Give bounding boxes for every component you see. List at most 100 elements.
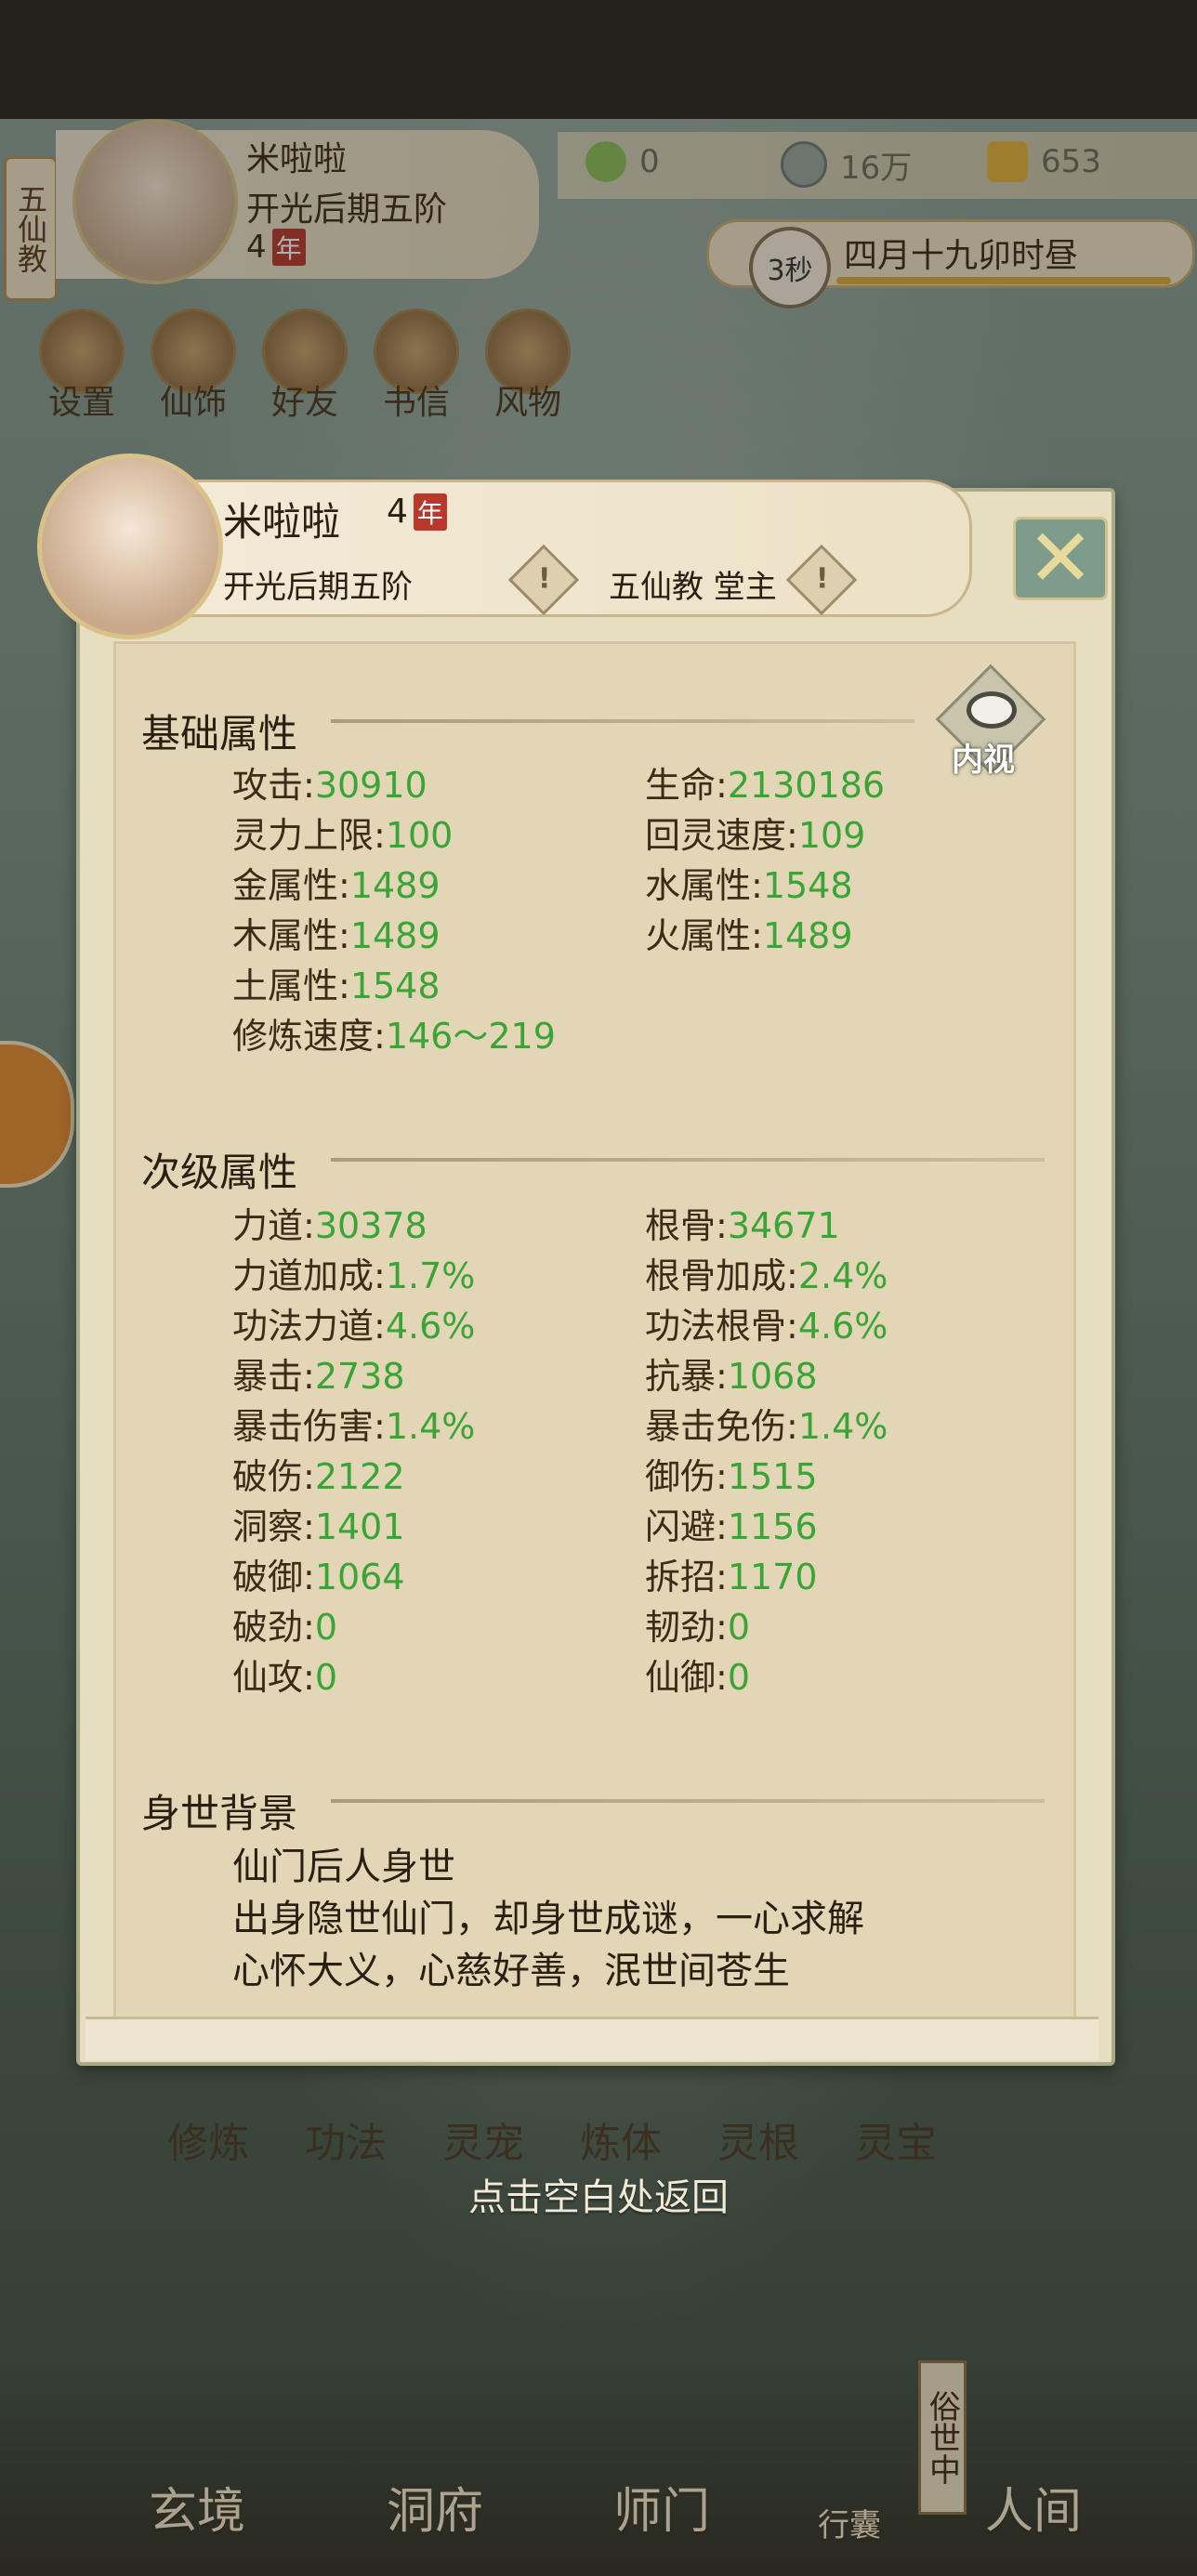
- stat-label: 拆招:: [645, 1557, 728, 1597]
- stat-crit-damage: 暴击伤害:1.4%: [232, 1398, 475, 1449]
- panel-sect: 五仙教 堂主: [609, 569, 777, 606]
- stat-immortal-defense: 仙御:0: [645, 1649, 750, 1700]
- stat-label: 功法根骨:: [645, 1306, 798, 1347]
- dialog-bottom-edge: [86, 2017, 1098, 2060]
- panel-name: 米啦啦: [223, 499, 341, 545]
- panel-realm: 开光后期五阶: [223, 569, 413, 606]
- stat-value: 1489: [349, 865, 441, 906]
- stat-label: 仙御:: [645, 1657, 728, 1698]
- stat-label: 金属性:: [232, 865, 350, 906]
- close-button[interactable]: ✕: [1013, 517, 1108, 600]
- stat-label: 生命:: [645, 765, 728, 806]
- basic-divider: [331, 719, 914, 723]
- stat-value: 1548: [762, 865, 853, 906]
- basic-attributes-title: 基础属性: [141, 711, 298, 756]
- stat-label: 力道加成:: [232, 1255, 386, 1296]
- stat-strength-bonus: 力道加成:1.7%: [232, 1247, 475, 1298]
- stat-label: 根骨加成:: [645, 1255, 798, 1296]
- sect-info-glyph: !: [815, 562, 829, 596]
- stat-label: 破伤:: [232, 1456, 315, 1497]
- stat-mana-cap: 灵力上限:100: [232, 807, 453, 858]
- stat-parry: 拆招:1170: [645, 1548, 818, 1599]
- stat-dodge: 闪避:1156: [645, 1498, 818, 1549]
- stat-value: 1170: [727, 1557, 818, 1597]
- stat-value: 1401: [314, 1506, 405, 1547]
- stat-value: 0: [314, 1607, 337, 1648]
- stat-hp: 生命:2130186: [645, 756, 885, 808]
- stat-value: 1.4%: [797, 1406, 888, 1447]
- stat-mana-regen: 回灵速度:109: [645, 807, 865, 858]
- stat-water: 水属性:1548: [645, 857, 853, 908]
- background-line: 出身隐世仙门，却身世成谜，一心求解: [232, 1898, 864, 1940]
- stat-value: 34671: [727, 1205, 840, 1246]
- stat-cultivate-speed: 修炼速度:146～219: [232, 1007, 556, 1058]
- stat-insight: 洞察:1401: [232, 1498, 405, 1549]
- stat-break-defense: 破御:1064: [232, 1548, 405, 1599]
- stat-metal: 金属性:1489: [232, 857, 441, 908]
- stat-strength: 力道:30378: [232, 1197, 428, 1248]
- stat-label: 功法力道:: [232, 1306, 386, 1347]
- secondary-divider: [331, 1158, 1045, 1162]
- stat-value: 2130186: [727, 765, 886, 806]
- background-line: 仙门后人身世: [232, 1846, 455, 1888]
- stat-label: 暴击伤害:: [232, 1406, 386, 1447]
- stat-value: 1.4%: [385, 1406, 476, 1447]
- stat-value: 146～219: [385, 1016, 556, 1057]
- stat-toughness: 韧劲:0: [645, 1598, 750, 1649]
- panel-age: 4年: [387, 493, 447, 531]
- stat-label: 仙攻:: [232, 1657, 315, 1698]
- stat-value: 1156: [727, 1506, 818, 1547]
- stat-value: 4.6%: [385, 1306, 476, 1347]
- stat-label: 抗暴:: [645, 1356, 728, 1397]
- stat-break-force: 破劲:0: [232, 1598, 337, 1649]
- stat-immortal-attack: 仙攻:0: [232, 1649, 337, 1700]
- panel-avatar: [37, 453, 223, 639]
- stat-value: 1.7%: [385, 1255, 476, 1296]
- stat-crit-resist: 抗暴:1068: [645, 1347, 818, 1399]
- stat-value: 2122: [314, 1456, 405, 1497]
- stat-damage-guard: 御伤:1515: [645, 1448, 818, 1499]
- background-title: 身世背景: [141, 1791, 298, 1836]
- stat-fire: 火属性:1489: [645, 907, 853, 958]
- inspect-label: 内视: [952, 742, 1015, 779]
- stat-skill-constitution: 功法根骨:4.6%: [645, 1297, 888, 1348]
- stat-earth: 土属性:1548: [232, 957, 441, 1008]
- stat-value: 0: [727, 1607, 750, 1648]
- inspect-button[interactable]: 内视: [935, 664, 1046, 779]
- stat-label: 暴击:: [232, 1356, 315, 1397]
- stat-label: 御伤:: [645, 1456, 728, 1497]
- secondary-attributes-title: 次级属性: [141, 1150, 298, 1195]
- stat-value: 1489: [349, 915, 441, 956]
- stat-label: 力道:: [232, 1205, 315, 1246]
- close-icon: ✕: [1026, 512, 1095, 605]
- stat-value: 4.6%: [797, 1306, 888, 1347]
- stat-label: 根骨:: [645, 1205, 728, 1246]
- realm-info-glyph: !: [537, 562, 551, 596]
- panel-age-num: 4: [387, 493, 408, 531]
- eye-icon: [967, 691, 1017, 729]
- stat-label: 闪避:: [645, 1506, 728, 1547]
- stat-attack: 攻击:30910: [232, 756, 428, 808]
- stat-label: 暴击免伤:: [645, 1406, 798, 1447]
- stat-constitution-bonus: 根骨加成:2.4%: [645, 1247, 888, 1298]
- stat-pierce: 破伤:2122: [232, 1448, 405, 1499]
- stat-value: 30378: [314, 1205, 428, 1246]
- stat-value: 1515: [727, 1456, 818, 1497]
- stat-value: 2738: [314, 1356, 405, 1397]
- stat-skill-strength: 功法力道:4.6%: [232, 1297, 475, 1348]
- stat-wood: 木属性:1489: [232, 907, 441, 958]
- panel-age-unit: 年: [413, 493, 447, 531]
- stat-label: 土属性:: [232, 966, 350, 1006]
- stat-label: 回灵速度:: [645, 815, 798, 856]
- stat-label: 攻击:: [232, 765, 315, 806]
- stat-label: 水属性:: [645, 865, 763, 906]
- stat-value: 1064: [314, 1557, 405, 1597]
- stat-value: 1068: [727, 1356, 818, 1397]
- tap-to-return-hint: 点击空白处返回: [468, 2176, 729, 2219]
- stat-crit-reduction: 暴击免伤:1.4%: [645, 1398, 888, 1449]
- stat-value: 2.4%: [797, 1255, 888, 1296]
- background-divider: [331, 1799, 1045, 1803]
- stat-constitution: 根骨:34671: [645, 1197, 840, 1248]
- stat-crit: 暴击:2738: [232, 1347, 405, 1399]
- stat-label: 木属性:: [232, 915, 350, 956]
